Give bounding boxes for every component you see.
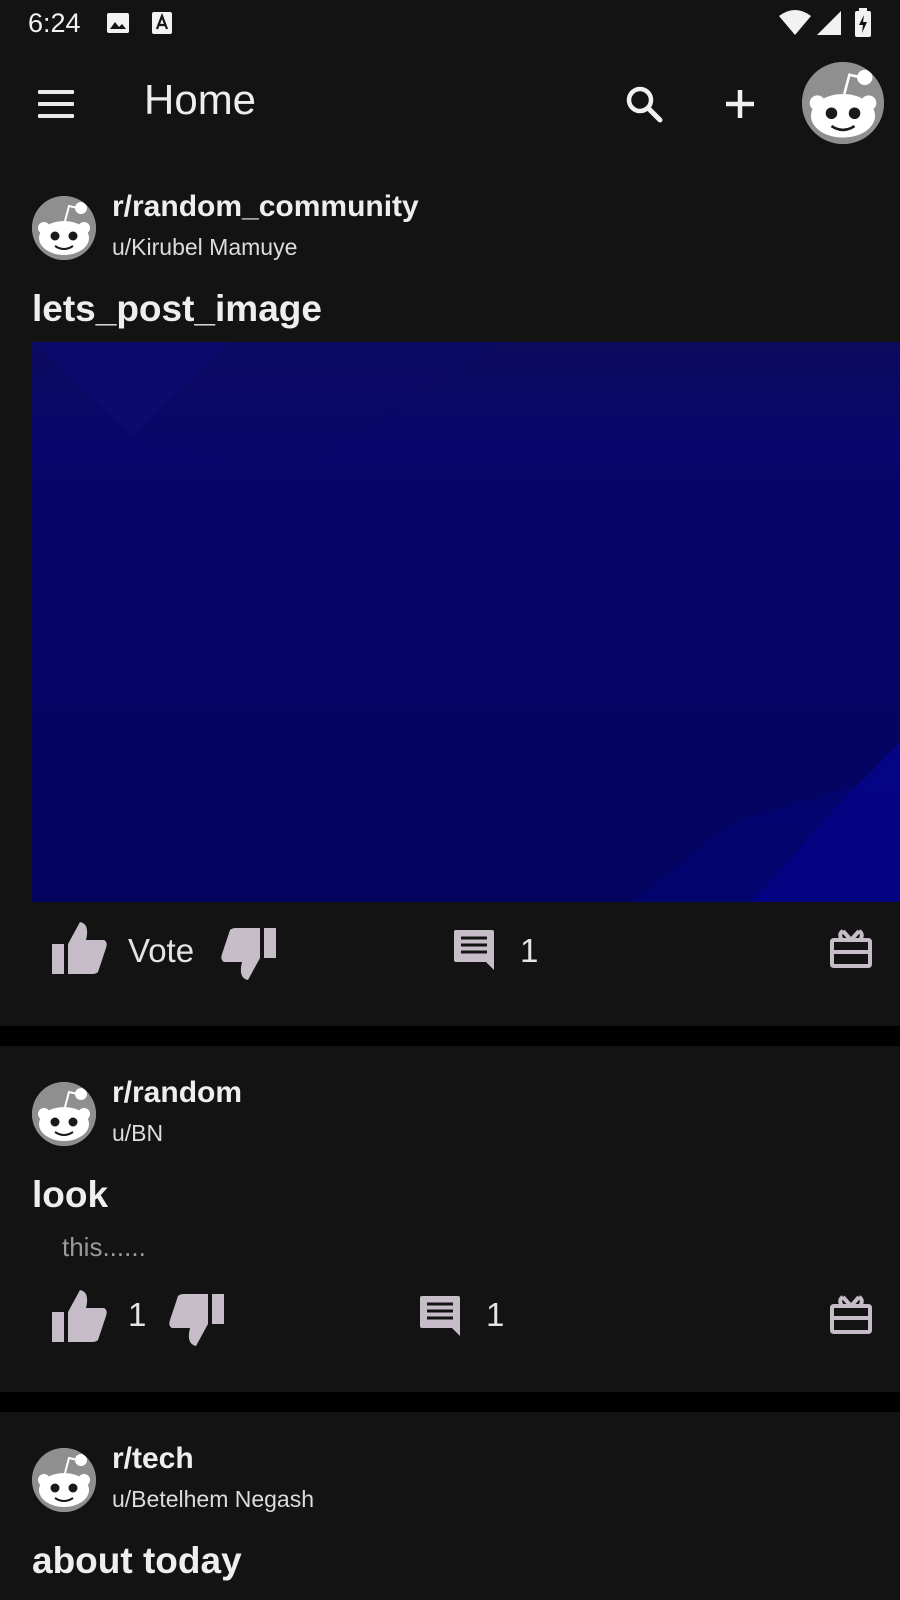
downvote-icon[interactable] (218, 926, 278, 982)
post-image[interactable] (32, 342, 900, 902)
subreddit-name[interactable]: r/random (112, 1076, 242, 1110)
app-notification-icon (152, 12, 172, 34)
post-card[interactable]: r/random u/BN look this...... 1 1 (0, 1046, 900, 1392)
comment-icon[interactable] (452, 928, 496, 972)
app-bar: Home (0, 48, 900, 158)
wifi-icon (779, 10, 811, 35)
gallery-notification-icon (107, 13, 129, 33)
reddit-avatar-icon (32, 1082, 96, 1146)
post-author[interactable]: u/Betelhem Negash (112, 1486, 314, 1513)
status-time: 6:24 (28, 8, 81, 38)
downvote-icon[interactable] (166, 1292, 226, 1348)
post-author[interactable]: u/BN (112, 1120, 163, 1147)
post-card[interactable]: r/random_community u/Kirubel Mamuye lets… (0, 158, 900, 1026)
post-image-content (32, 342, 900, 902)
hamburger-menu-icon[interactable] (34, 84, 78, 124)
search-icon[interactable] (618, 78, 670, 130)
post-body: this...... (62, 1232, 146, 1262)
comment-icon[interactable] (418, 1294, 462, 1338)
plus-icon[interactable] (714, 78, 766, 130)
battery-charging-icon (855, 8, 871, 37)
award-icon[interactable] (830, 928, 872, 968)
post-title[interactable]: about today (32, 1540, 242, 1582)
upvote-icon[interactable] (50, 920, 110, 976)
reddit-avatar-icon (802, 62, 884, 144)
subreddit-avatar[interactable] (32, 1448, 96, 1512)
subreddit-name[interactable]: r/tech (112, 1442, 194, 1476)
page-title: Home (144, 76, 257, 123)
post-title[interactable]: lets_post_image (32, 288, 322, 330)
status-bar: 6:24 (0, 0, 900, 48)
award-icon[interactable] (830, 1294, 872, 1334)
cellular-signal-icon (817, 11, 841, 35)
subreddit-name[interactable]: r/random_community (112, 190, 419, 224)
comment-count: 1 (520, 932, 539, 969)
reddit-avatar-icon (32, 1448, 96, 1512)
post-title[interactable]: look (32, 1174, 108, 1216)
post-author[interactable]: u/Kirubel Mamuye (112, 234, 297, 261)
vote-count: 1 (128, 1296, 147, 1333)
upvote-icon[interactable] (50, 1288, 110, 1344)
vote-count: Vote (128, 932, 195, 969)
reddit-avatar-icon (32, 196, 96, 260)
subreddit-avatar[interactable] (32, 1082, 96, 1146)
subreddit-avatar[interactable] (32, 196, 96, 260)
comment-count: 1 (486, 1296, 505, 1333)
post-card[interactable]: r/tech u/Betelhem Negash about today (0, 1412, 900, 1600)
profile-avatar[interactable] (802, 62, 884, 144)
